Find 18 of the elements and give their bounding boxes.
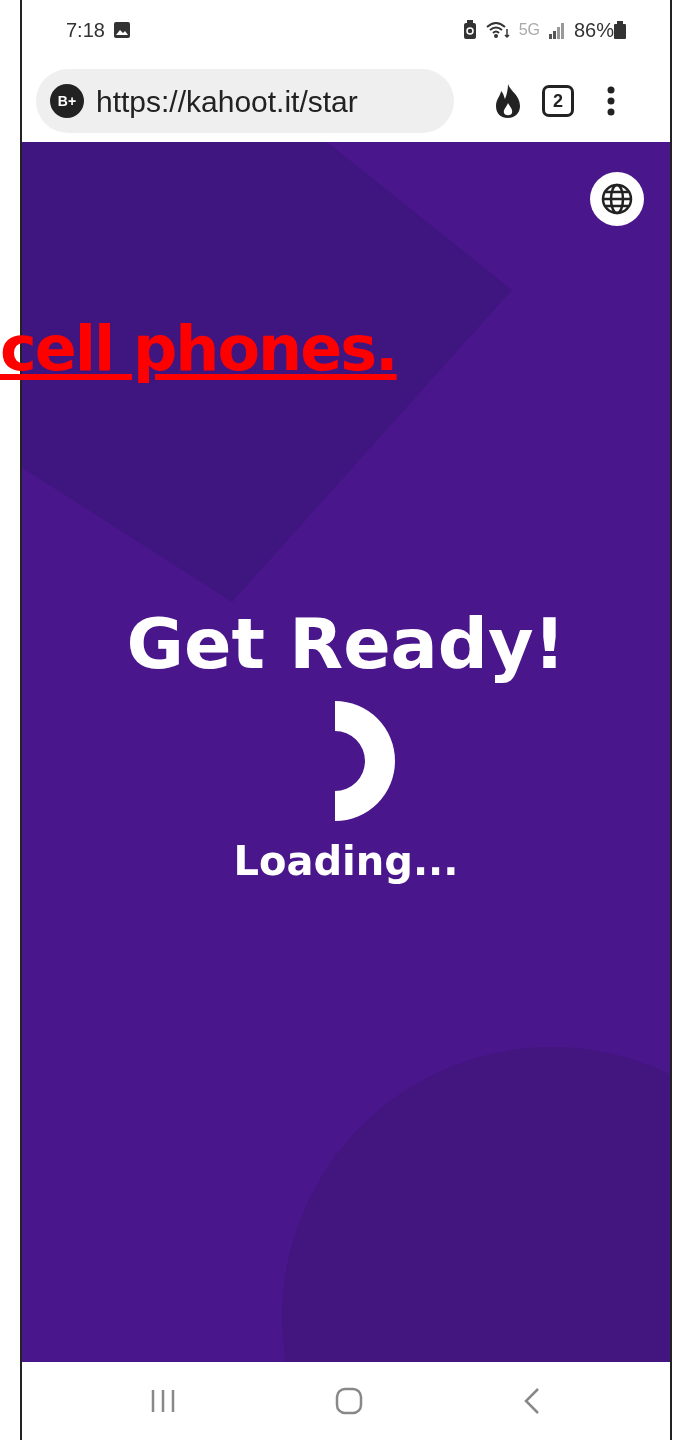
clock-time: 7:18: [66, 18, 105, 43]
recent-apps-icon[interactable]: [149, 1388, 176, 1414]
battery-percent: 86%: [573, 18, 614, 43]
loading-text: Loading...: [233, 837, 459, 886]
wifi-icon: [484, 20, 511, 40]
tab-count-button[interactable]: 2: [542, 85, 574, 117]
signal-icon: [547, 21, 566, 39]
battery-icon: [614, 21, 626, 39]
page-title: Get Ready!: [126, 602, 566, 687]
more-options-icon[interactable]: [606, 86, 616, 116]
image-icon: [112, 21, 131, 39]
globe-icon: [600, 182, 634, 216]
profile-badge[interactable]: B+: [50, 84, 84, 118]
battery-saver-icon: [462, 20, 477, 40]
network-type: 5G: [518, 20, 540, 40]
language-button[interactable]: [590, 172, 644, 226]
home-icon[interactable]: [335, 1387, 363, 1415]
address-bar[interactable]: B+ https://kahoot.it/star: [36, 69, 454, 133]
